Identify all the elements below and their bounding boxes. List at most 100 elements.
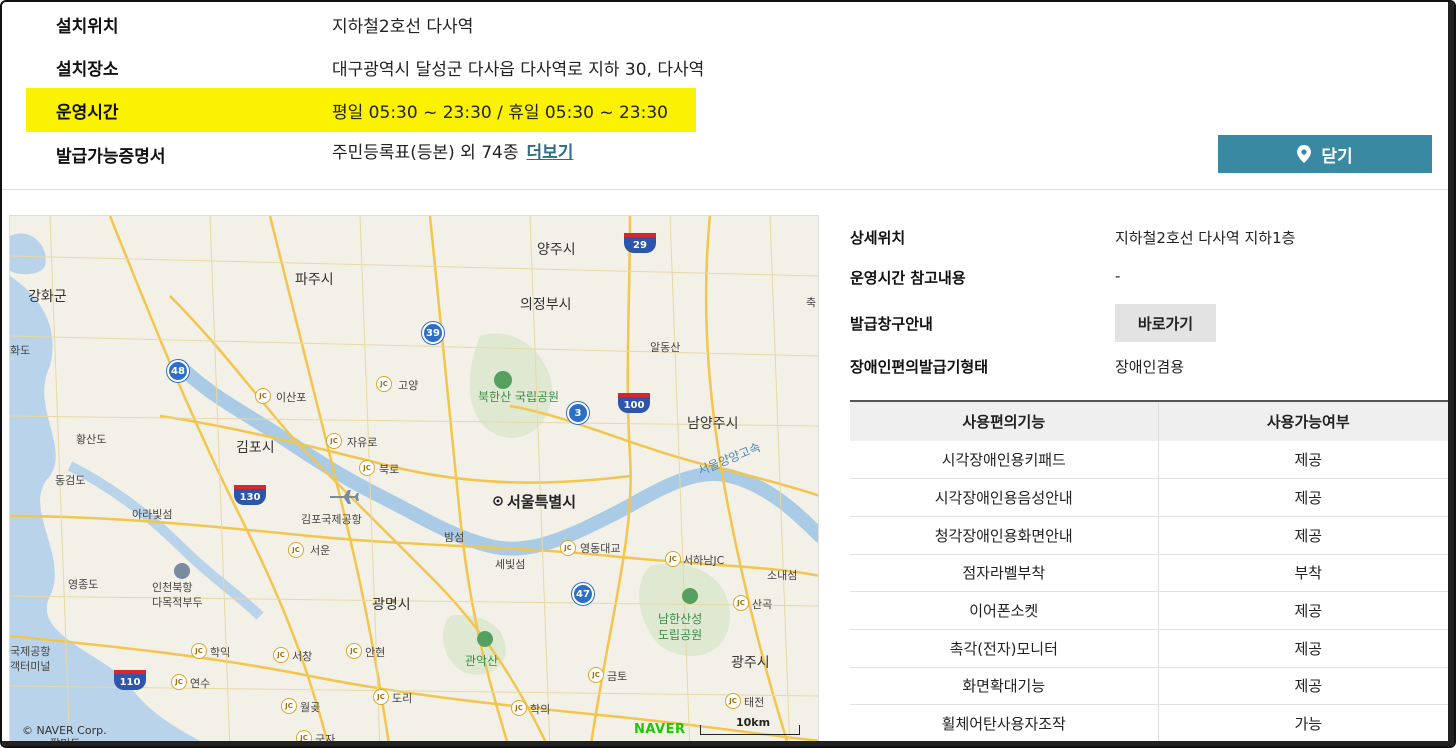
table-row: 이어폰소켓 제공 (850, 591, 1454, 630)
jc-icon-yeongdong: JC (560, 540, 576, 556)
feature-cell: 시각장애인용음성안내 (850, 478, 1158, 517)
header-availability: 사용가능여부 (1157, 400, 1454, 441)
window-guide-label: 발급창구안내 (850, 315, 933, 333)
map-label-ganghwa: 강화군 (28, 289, 67, 305)
availability-cell: 제공 (1157, 441, 1454, 480)
jc-icon-taejeon: JC (725, 693, 741, 709)
map-label-donggeomdo: 동검도 (55, 474, 86, 487)
map-label-saebit: 세빛섬 (495, 558, 526, 571)
frame-edge-bottom (2, 741, 1454, 746)
jc-icon-bungno: JC (359, 460, 375, 476)
jc-icon-seochang: JC (273, 647, 289, 663)
jc-icon-dori: JC (373, 689, 389, 705)
close-button-label: 닫기 (1321, 146, 1353, 166)
location-map[interactable]: 양주시 파주시 강화군 의정부시 화도 알동산 북한산 국립공원 이산포 고양 … (9, 215, 819, 746)
map-label-jayuro: 자유로 (347, 436, 378, 449)
map-pin-icon (1297, 145, 1312, 163)
map-label-wolgot: 월곶 (300, 701, 321, 714)
install-location-label: 설치위치 (56, 16, 119, 37)
map-label-isanpo: 이산포 (276, 391, 307, 404)
route-47-shield: 47 (572, 583, 594, 605)
availability-cell: 가능 (1157, 704, 1454, 743)
info-row-place: 설치장소 대구광역시 달성군 다사읍 다사역로 지하 30, 다사역 (26, 45, 704, 89)
availability-cell: 제공 (1157, 516, 1454, 555)
close-button[interactable]: 닫기 (1218, 135, 1432, 173)
feature-cell: 이어폰소켓 (850, 591, 1158, 630)
map-label-goyang: 고양 (398, 379, 419, 392)
kiosk-type-value: 장애인겸용 (1115, 358, 1185, 376)
map-label-yeongjongdo: 영종도 (68, 578, 99, 591)
map-label-arabit: 아라빛섬 (132, 508, 173, 521)
table-header-row: 사용편의기능 사용가능여부 (850, 400, 1454, 441)
route-48-shield: 48 (167, 360, 189, 382)
table-row: 휠체어탄사용자조작 가능 (850, 704, 1454, 743)
certificates-label: 발급가능증명서 (56, 146, 166, 167)
map-label-yangju: 양주시 (537, 242, 576, 258)
operating-hours-value: 평일 05:30 ~ 23:30 / 휴일 05:30 ~ 23:30 (332, 102, 668, 123)
map-label-bungno: 북로 (379, 463, 400, 476)
map-label-yeonsu: 연수 (190, 677, 211, 690)
goto-button[interactable]: 바로가기 (1115, 304, 1216, 342)
table-row: 시각장애인용키패드 제공 (850, 441, 1454, 480)
feature-cell: 점자라벨부착 (850, 554, 1158, 593)
map-label-aldongsan: 알동산 (650, 341, 681, 354)
hours-note-value: - (1115, 267, 1121, 285)
jc-icon-hagui: JC (511, 700, 527, 716)
header-feature: 사용편의기능 (850, 400, 1158, 441)
map-label-hakik: 학익 (210, 646, 231, 659)
map-label-uijeongbu: 의정부시 (520, 297, 572, 313)
map-label-hwangsando: 황산도 (76, 433, 107, 446)
accessibility-table: 사용편의기능 사용가능여부 시각장애인용키패드 제공 시각장애인용음성안내 제공 청… (850, 400, 1454, 743)
detail-row-window-guide: 발급창구안내 바로가기 (850, 304, 1450, 342)
install-place-label: 설치장소 (56, 59, 119, 80)
map-label-gimpo-airport: 김포국제공항 (301, 513, 362, 526)
map-label-gimpo: 김포시 (236, 440, 275, 456)
table-row: 점자라벨부착 부착 (850, 554, 1454, 593)
map-label-paju: 파주시 (295, 272, 334, 288)
detail-row-kiosk-type: 장애인편의발급기형태 장애인겸용 (850, 351, 1450, 381)
map-label-namhansan: 남한산성 도립공원 (658, 612, 703, 642)
map-label-gwangmyeong: 광명시 (372, 597, 411, 613)
map-copyright: © NAVER Corp. (22, 724, 107, 737)
jc-icon-seoun: JC (288, 542, 304, 558)
map-label-chuk: 축 (806, 296, 817, 309)
table-row: 촉각(전자)모니터 제공 (850, 629, 1454, 668)
feature-cell: 촉각(전자)모니터 (850, 629, 1158, 668)
jc-icon-sangok: JC (733, 595, 749, 611)
section-divider (2, 189, 1454, 190)
jc-icon-goyang: JC (376, 376, 392, 392)
map-label-geumto: 금토 (607, 670, 628, 683)
operating-hours-label: 운영시간 (56, 102, 119, 123)
jc-icon-anhyeon: JC (346, 643, 362, 659)
map-label-sangok: 산곡 (752, 598, 773, 611)
install-place-value: 대구광역시 달성군 다사읍 다사역로 지하 30, 다사역 (332, 59, 705, 80)
map-label-seochang: 서창 (292, 650, 313, 663)
hours-note-label: 운영시간 참고내용 (850, 269, 966, 287)
map-label-yeongdong: 영동대교 (580, 542, 621, 555)
map-label-incheon-airport: 국제공항 객터미널 (10, 645, 51, 673)
map-label-taejeon: 태전 (744, 696, 765, 709)
detail-row-hours-note: 운영시간 참고내용 - (850, 262, 1450, 292)
availability-cell: 제공 (1157, 667, 1454, 706)
map-label-gwangju: 광주시 (731, 655, 770, 671)
route-39-shield: 39 (422, 322, 444, 344)
jc-icon-wolgot: JC (281, 698, 297, 714)
availability-cell: 부착 (1157, 554, 1454, 593)
route-100-shield: 100 (618, 393, 650, 413)
map-label-anhyeon: 안현 (365, 646, 386, 659)
map-canvas (10, 216, 818, 746)
detail-location-label: 상세위치 (850, 229, 906, 247)
map-label-hagui: 학의 (530, 703, 551, 716)
availability-cell: 제공 (1157, 478, 1454, 517)
jc-icon-jayuro: JC (326, 433, 342, 449)
detail-location-value: 지하철2호선 다사역 지하1층 (1115, 229, 1296, 247)
install-location-value: 지하철2호선 다사역 (332, 16, 474, 37)
detail-row-location: 상세위치 지하철2호선 다사역 지하1층 (850, 222, 1450, 252)
map-label-gwanaksan: 관악산 (465, 654, 499, 668)
table-row: 화면확대기능 제공 (850, 667, 1454, 706)
map-label-sonaeseom: 소내섬 (767, 569, 798, 582)
more-link[interactable]: 더보기 (526, 143, 573, 163)
route-3-shield: 3 (567, 402, 589, 424)
jc-icon-geumto: JC (588, 667, 604, 683)
info-row-certificates: 발급가능증명서 주민등록표(등본) 외 74종 더보기 (26, 132, 696, 176)
